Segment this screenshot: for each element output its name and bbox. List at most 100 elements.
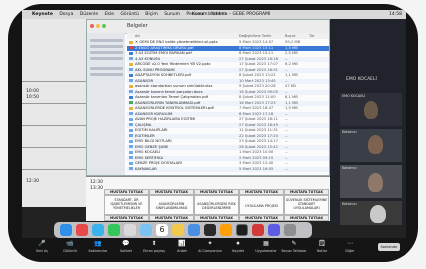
finder-dock-icon[interactable] <box>60 224 72 236</box>
chat-icon: 💬 <box>122 240 130 247</box>
mail-dock-icon[interactable] <box>140 224 152 236</box>
app-dock-icon[interactable] <box>252 224 264 236</box>
file-name: KAYNAKLAR <box>135 166 157 171</box>
finder-toolbar: Belgeler <box>87 20 329 34</box>
app-dock-icon[interactable] <box>236 224 248 236</box>
terminal-dock-icon[interactable] <box>204 224 216 236</box>
notes-dock-icon[interactable] <box>172 224 184 236</box>
monitor-bezel: Keynote Dosya Düzenle Ekle Görüntü Biçim… <box>8 4 418 262</box>
schedule-sheet-left: 10:00 10:50 12:30 <box>22 19 86 207</box>
column-headers: Ad Değiştirilme Tarihi Boyut Tür <box>127 33 329 39</box>
folder-icon <box>129 139 133 143</box>
sidebar-item[interactable] <box>90 51 123 54</box>
zoom-control-button[interactable]: ✎ Beyaz Tahtalar <box>282 239 307 255</box>
zoom-control-label: Diğer <box>345 249 355 253</box>
file-icon <box>129 46 133 49</box>
file-icon <box>129 40 133 44</box>
course-schedule-table: 12:30 13:30 MUSTAFA TUTSAK MUSTAFA TUTSA… <box>86 176 330 221</box>
file-icon <box>129 73 133 77</box>
zoom-dock-icon[interactable] <box>188 224 200 236</box>
file-row[interactable]: KAYNAKLAR 5 Mart 2023 16:05 -- <box>127 166 329 172</box>
sidebar-item[interactable] <box>90 45 123 48</box>
zoom-control-button[interactable]: 🎤 Sesi Aç <box>32 239 52 255</box>
menu-insert[interactable]: Ekle <box>105 12 114 17</box>
zoom-control-button[interactable]: ⏺ Kaydet <box>228 239 248 255</box>
share-screen-icon: ⬆ <box>151 240 157 247</box>
folder-icon <box>129 156 133 159</box>
file-icon <box>129 84 133 88</box>
file-icon <box>129 101 133 104</box>
schedule-cell: GÜVENLİK SİSTEMLERİNE STANDART UYGULAMAL… <box>284 195 329 215</box>
column-name[interactable]: Ad <box>135 34 140 38</box>
participant-tile[interactable]: Katılımcı <box>340 129 402 162</box>
zoom-control-button[interactable]: 💬 Sohbet <box>116 239 136 255</box>
grid-line <box>22 103 86 104</box>
file-icon <box>129 106 133 110</box>
zoom-control-button[interactable]: ✦ AI Companion <box>198 239 222 255</box>
column-date[interactable]: Değiştirilme Tarihi <box>239 34 271 38</box>
mac-dock: 6 <box>54 222 312 238</box>
folder-icon <box>129 57 133 60</box>
keynote-dock-icon[interactable] <box>220 224 232 236</box>
launchpad-dock-icon[interactable] <box>76 224 88 236</box>
menu-play[interactable]: Sunum <box>164 12 180 17</box>
column-size[interactable]: Boyut <box>285 34 295 38</box>
schedule-cell: MUSTAFA TUTSAK <box>194 215 239 221</box>
close-icon[interactable] <box>90 24 94 28</box>
folder-icon <box>129 134 133 137</box>
sidebar-item[interactable] <box>90 57 123 60</box>
app-menu[interactable]: Keynote <box>32 12 53 17</box>
zoom-icon[interactable] <box>102 24 106 28</box>
photo-frame: Keynote Dosya Düzenle Ekle Görüntü Biçim… <box>0 0 426 269</box>
end-meeting-button[interactable]: Sonlandır <box>378 243 400 251</box>
more-icon: ⋯ <box>347 240 353 247</box>
menu-view[interactable]: Görüntü <box>120 12 138 17</box>
grid-line <box>22 147 86 148</box>
folder-icon <box>129 79 133 82</box>
sidebar-item[interactable] <box>90 73 123 76</box>
zoom-control-button[interactable]: ▦ Uygulamalar <box>255 239 277 255</box>
folder-icon <box>129 68 133 71</box>
folder-icon <box>129 112 133 115</box>
zoom-control-button[interactable]: ⋯ Diğer <box>340 239 360 255</box>
schedule-cell: MUSTAFA TUTSAK <box>284 215 329 221</box>
app-dock-icon[interactable] <box>268 224 280 236</box>
grid-line <box>22 125 86 126</box>
zoom-control-button[interactable]: ⬆ Ekran paylaş <box>143 239 165 255</box>
sidebar-item[interactable] <box>90 39 123 42</box>
meeting-title: EMO KOCAELİ <box>346 77 377 82</box>
schedule-cell: STANDART, ÜR İŞARETLEMENİN VE YÖNETMELİK… <box>104 195 149 215</box>
participant-tile[interactable]: Katılımcı <box>340 201 402 225</box>
menu-format[interactable]: Biçim <box>145 12 157 17</box>
photos-dock-icon[interactable] <box>124 224 136 236</box>
menu-clock: 14:58 <box>389 12 402 17</box>
messages-dock-icon[interactable] <box>108 224 120 236</box>
grid-line <box>22 81 86 82</box>
participant-tile[interactable]: Katılımcı <box>340 165 402 198</box>
poll-icon: 📊 <box>178 240 186 247</box>
zoom-control-button[interactable]: 🗒 Notlar <box>312 239 332 255</box>
folder-icon <box>129 117 133 121</box>
participant-video <box>370 205 386 223</box>
safari-dock-icon[interactable] <box>92 224 104 236</box>
zoom-control-button[interactable]: 👥 Katılımcılar <box>88 239 108 255</box>
zoom-control-button[interactable]: 📊 Anket <box>172 239 192 255</box>
sidebar-item[interactable] <box>90 67 123 70</box>
video-meeting-panel: EMO KOCAELİ EMO KOCAELİ Katılımcı Katılı… <box>330 19 406 225</box>
column-kind[interactable]: Tür <box>309 34 314 38</box>
sheet-time: 10:00 <box>26 89 39 94</box>
participants-icon: 👥 <box>94 240 102 247</box>
participant-name: Katılımcı <box>342 202 357 206</box>
file-icon <box>129 62 133 66</box>
schedule-cell: ASANSÖRLERDEKİ RİSK DEĞERLENDİRME <box>194 195 239 215</box>
participant-tile[interactable]: EMO KOCAELİ <box>340 93 402 126</box>
sheet-time: 10:50 <box>26 95 39 100</box>
calendar-dock-icon[interactable]: 6 <box>156 224 168 236</box>
video-icon: 📹 <box>66 240 74 247</box>
menu-file[interactable]: Dosya <box>59 12 73 17</box>
zoom-control-button[interactable]: 📹 Görüntü <box>60 239 80 255</box>
minimize-icon[interactable] <box>96 24 100 28</box>
menu-edit[interactable]: Düzenle <box>80 12 98 17</box>
file-icon <box>129 95 133 99</box>
trash-dock-icon[interactable] <box>284 224 296 236</box>
